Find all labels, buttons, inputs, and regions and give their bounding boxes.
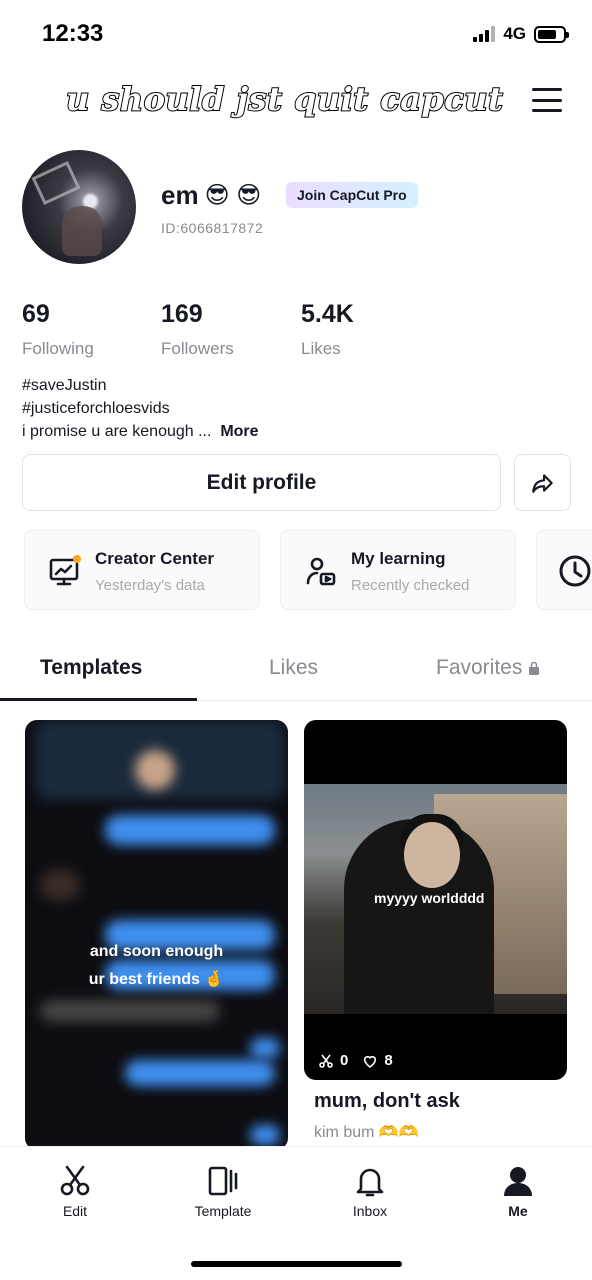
creator-center-card[interactable]: Creator Center Yesterday's data [24,530,260,610]
template-uses: 0 [340,1052,349,1069]
stat-value: 169 [161,300,203,328]
stat-followers[interactable]: 169 Followers [161,300,234,359]
template-author[interactable]: kim bum 🫶🫶 [314,1122,419,1142]
content-tabs: Templates Likes Favorites [0,640,592,701]
bell-icon [356,1168,384,1197]
avatar[interactable] [22,150,136,264]
lock-icon [529,661,540,675]
card-title: My learning [351,549,446,568]
edit-profile-button[interactable]: Edit profile [22,454,501,511]
username-text: em [161,180,199,210]
bio: #saveJustin #justiceforchloesvids i prom… [22,374,259,443]
bio-line: i promise u are kenough ... [22,423,212,440]
user-id: ID:6066817872 [161,220,264,236]
learning-icon [306,557,336,586]
template-caption-line: and soon enough [89,943,224,960]
stat-label: Following [22,339,94,358]
profile-icon [504,1167,532,1196]
card-subtitle: Recently checked [351,577,470,594]
username-emojis: 😎 😎 [204,181,262,209]
template-caption-line: ur best friends 🤞 [88,971,225,988]
template-stats: 0 8 [318,1052,393,1069]
stat-following[interactable]: 69 Following [22,300,94,359]
stat-value: 5.4K [301,300,354,328]
username: em 😎 😎 [161,180,261,211]
tab-active-indicator [0,698,197,701]
menu-icon[interactable] [532,88,562,112]
battery-icon [534,25,569,43]
bio-line: #saveJustin [22,377,107,394]
stat-label: Likes [301,339,341,358]
clock-icon [559,555,591,587]
scissors-icon [319,1054,333,1068]
history-card[interactable] [536,530,592,610]
stat-label: Followers [161,339,234,358]
nav-label: Me [508,1203,528,1219]
heart-icon [364,1055,377,1068]
card-title: Creator Center [95,549,215,568]
stat-value: 69 [22,300,50,328]
join-pro-button[interactable]: Join CapCut Pro [286,182,418,208]
home-indicator [191,1261,402,1267]
template-overlay-text: myyyy worldddd [374,890,485,906]
bio-more-link[interactable]: More [220,423,258,440]
tab-templates[interactable]: Templates [40,656,142,680]
card-subtitle: Yesterday's data [95,577,205,594]
share-profile-button[interactable] [514,454,571,511]
status-bar: 12:33 4G [0,0,592,70]
status-time: 12:33 [42,20,104,47]
my-learning-card[interactable]: My learning Recently checked [280,530,516,610]
status-indicators: 4G [473,24,569,44]
template-tile[interactable]: myyyy worldddd 0 8 [304,720,567,1080]
nav-edit[interactable]: Edit [20,1163,130,1219]
nav-label: Inbox [352,1203,388,1219]
template-tile[interactable]: and soon enough ur best friends 🤞 [25,720,288,1150]
template-likes: 8 [384,1052,393,1069]
tab-favorites[interactable]: Favorites [436,656,540,680]
network-type: 4G [503,24,526,43]
nav-label: Edit [62,1203,88,1219]
template-caption: and soon enough ur best friends 🤞 [25,938,288,994]
template-title[interactable]: mum, don't ask [314,1090,460,1113]
profile-header-title: u should jst quit capcut [65,79,504,119]
signal-icon [473,26,496,42]
nav-template[interactable]: Template [168,1163,278,1219]
bio-line: #justiceforchloesvids [22,400,170,417]
template-icon [208,1166,238,1196]
scissors-icon [60,1165,90,1196]
tab-favorites-label: Favorites [436,656,523,679]
nav-inbox[interactable]: Inbox [315,1163,425,1219]
bottom-nav: Edit Template Inbox Me [0,1146,592,1280]
nav-label: Template [194,1203,252,1219]
stat-likes[interactable]: 5.4K Likes [301,300,354,359]
analytics-monitor-icon [49,555,81,586]
share-icon [531,473,553,493]
tab-likes[interactable]: Likes [269,656,318,680]
nav-me[interactable]: Me [463,1163,573,1219]
